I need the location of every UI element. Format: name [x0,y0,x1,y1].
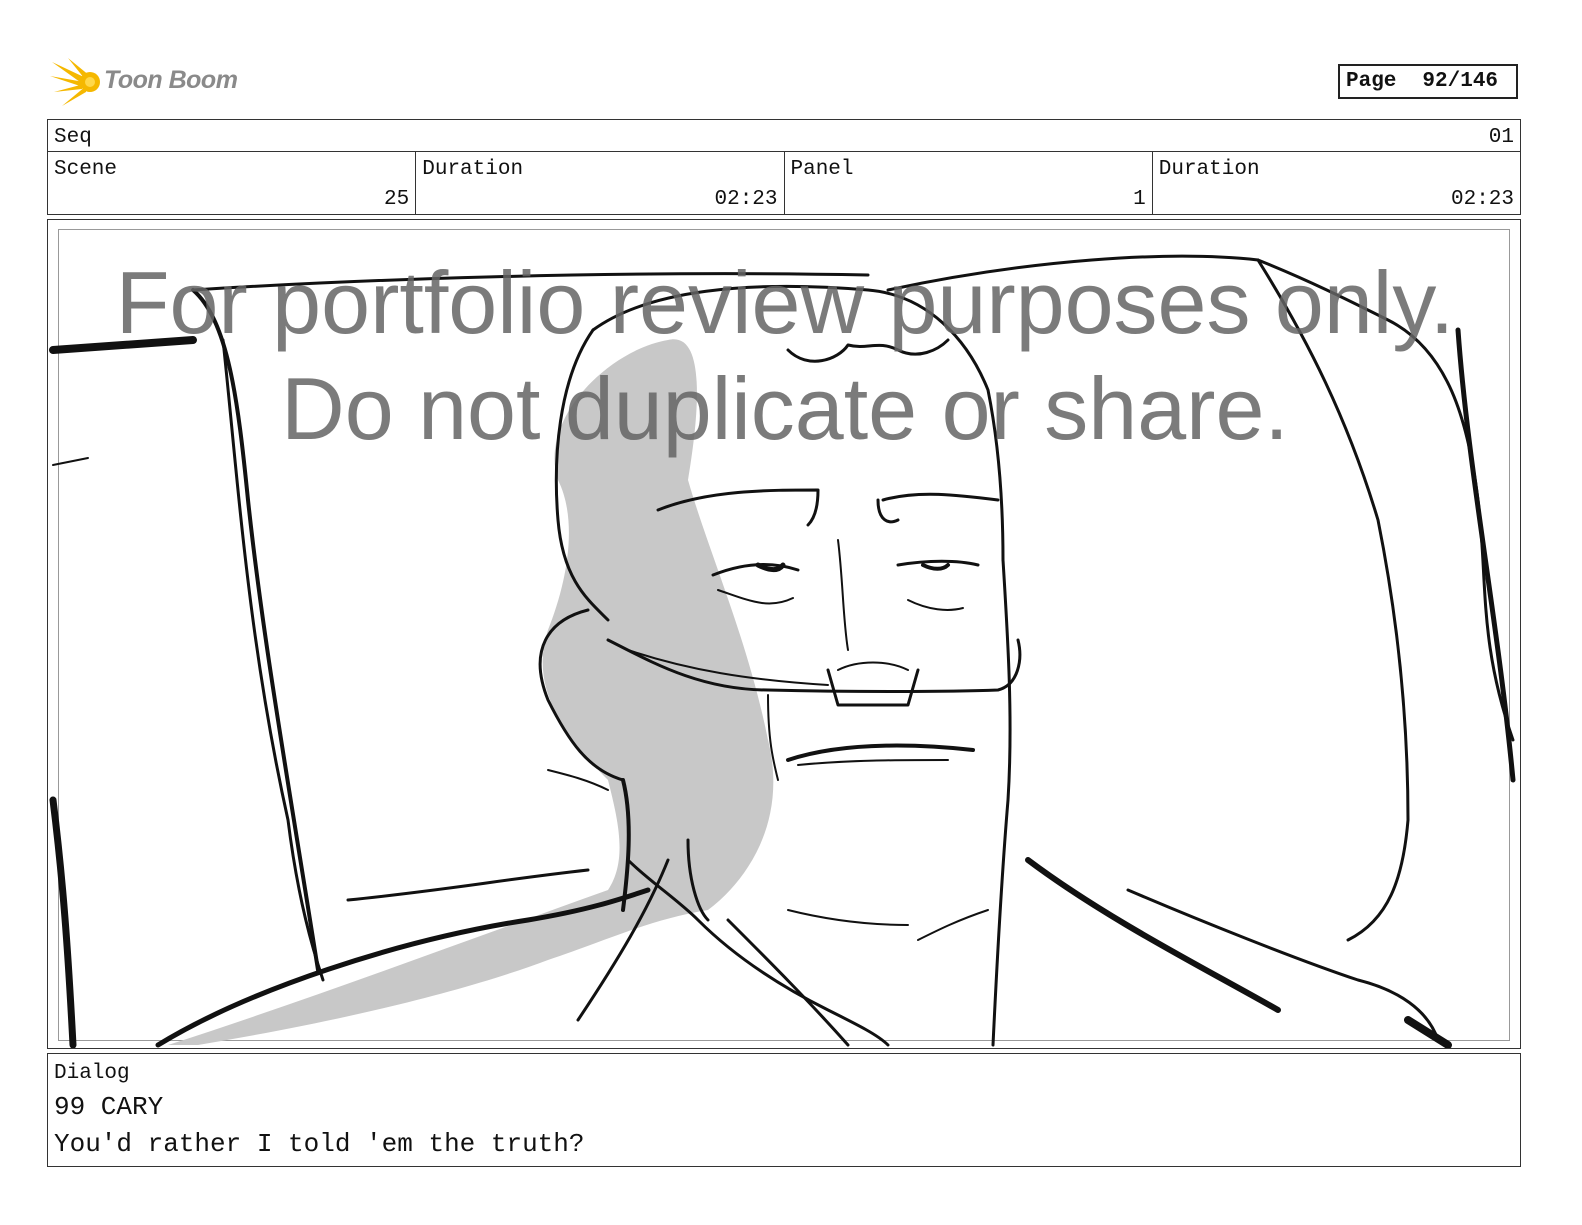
watermark-line-1: For portfolio review purposes only. [115,253,1455,352]
panel-value: 1 [1133,188,1146,211]
page-number: 92/146 [1422,70,1499,93]
page-indicator: Page 92/146 [1338,64,1518,99]
star-burst-icon [50,58,100,106]
scene-label: Scene [54,158,118,181]
page-label: Page [1346,70,1397,93]
dialog-box: Dialog 99 CARY You'd rather I told 'em t… [47,1053,1521,1167]
storyboard-panel: For portfolio review purposes only. Do n… [47,219,1521,1049]
logo-text: Toon Boom [104,66,238,94]
seq-row: Seq 01 [47,119,1521,152]
scene-duration-value: 02:23 [714,188,778,211]
panel-duration-value: 02:23 [1450,188,1514,211]
seq-label: Seq [54,126,92,149]
toon-boom-logo: Toon Boom [50,56,260,108]
dialog-label: Dialog [54,1062,130,1085]
watermark-line-2: Do not duplicate or share. [281,359,1289,458]
dialog-speaker: 99 CARY [54,1092,164,1122]
scene-duration-label: Duration [422,158,524,181]
scene-value: 25 [384,188,410,211]
info-row: Scene 25 Duration 02:23 Panel 1 Duration… [47,151,1521,215]
dialog-line: You'd rather I told 'em the truth? [54,1129,585,1159]
seq-value: 01 [1488,126,1514,149]
scene-duration-cell: Duration 02:23 [416,152,785,214]
panel-duration-cell: Duration 02:23 [1153,152,1520,214]
watermark: For portfolio review purposes only. Do n… [48,250,1520,462]
scene-cell: Scene 25 [48,152,417,214]
panel-cell: Panel 1 [785,152,1153,214]
panel-label: Panel [790,158,854,181]
panel-duration-label: Duration [1158,158,1260,181]
